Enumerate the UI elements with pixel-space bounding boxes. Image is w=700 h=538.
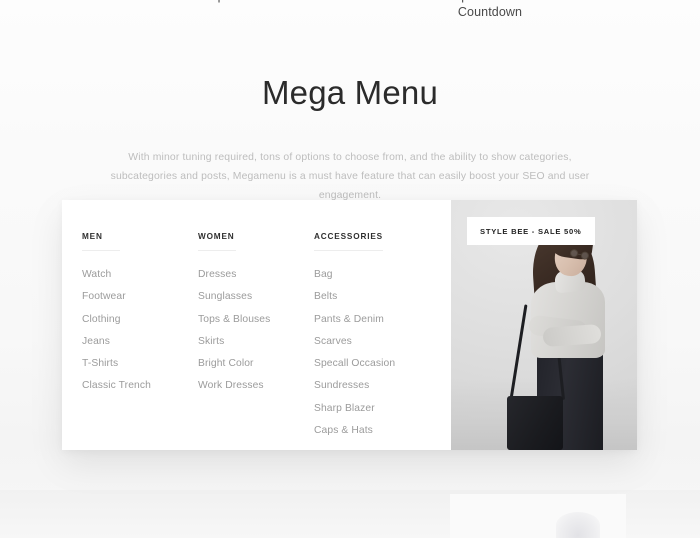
feature-nav-item-brand[interactable]: Brand — [0, 0, 140, 34]
megamenu-columns: MEN Watch Footwear Clothing Jeans T-Shir… — [62, 200, 451, 450]
list-item: Sharp Blazer — [314, 398, 438, 420]
megamenu-link-accessories-specall-occasion[interactable]: Specall Occasion — [314, 353, 438, 375]
megamenu-link-accessories-belts[interactable]: Belts — [314, 286, 438, 308]
page-subtitle: With minor tuning required, tons of opti… — [110, 152, 590, 201]
page-title: Mega Menu — [261, 74, 439, 111]
megamenu-list-women: Dresses Sunglasses Tops & Blouses Skirts… — [198, 264, 308, 398]
megamenu-link-men-jeans[interactable]: Jeans — [82, 331, 192, 353]
glasses-lens-right — [580, 250, 590, 260]
list-item: T-Shirts — [82, 353, 192, 375]
list-item: Jeans — [82, 331, 192, 353]
model-handbag — [507, 396, 563, 450]
list-item: Belts — [314, 286, 438, 308]
model-arm-right — [542, 324, 602, 347]
megamenu-link-accessories-sharp-blazer[interactable]: Sharp Blazer — [314, 398, 438, 420]
megamenu-link-accessories-pants-denim[interactable]: Pants & Denim — [314, 309, 438, 331]
megamenu-link-women-bright-color[interactable]: Bright Color — [198, 353, 308, 375]
megamenu-link-men-footwear[interactable]: Footwear — [82, 286, 192, 308]
list-item: Sunglasses — [198, 286, 308, 308]
megamenu-column-men: MEN Watch Footwear Clothing Jeans T-Shir… — [82, 226, 198, 450]
list-item: Skirts — [198, 331, 308, 353]
list-item: Sundresses — [314, 375, 438, 397]
megamenu-column-women: WOMEN Dresses Sunglasses Tops & Blouses … — [198, 226, 314, 450]
megamenu-link-women-work-dresses[interactable]: Work Dresses — [198, 375, 308, 397]
megamenu-column-title-accessories: ACCESSORIES — [314, 232, 383, 251]
bottom-peek-decoration — [556, 512, 600, 538]
list-item: Pants & Denim — [314, 309, 438, 331]
megamenu-column-title-women: WOMEN — [198, 232, 236, 251]
list-item: Footwear — [82, 286, 192, 308]
list-item: Bright Color — [198, 353, 308, 375]
list-item: Watch — [82, 264, 192, 286]
feature-nav-item-promobanner[interactable]: PromoBanner — [280, 0, 420, 34]
megamenu-link-accessories-sundresses[interactable]: Sundresses — [314, 375, 438, 397]
megamenu-link-women-skirts[interactable]: Skirts — [198, 331, 308, 353]
list-item: Dresses — [198, 264, 308, 286]
megamenu-link-accessories-scarves[interactable]: Scarves — [314, 331, 438, 353]
megamenu-link-women-dresses[interactable]: Dresses — [198, 264, 308, 286]
bottom-section-peek — [0, 490, 700, 538]
list-item: Tops & Blouses — [198, 309, 308, 331]
megamenu-link-men-clothing[interactable]: Clothing — [82, 309, 192, 331]
glasses-bridge — [578, 253, 582, 255]
megamenu-list-men: Watch Footwear Clothing Jeans T-Shirts C… — [82, 264, 192, 398]
megamenu-link-men-classic-trench[interactable]: Classic Trench — [82, 375, 192, 397]
megamenu-link-women-tops-blouses[interactable]: Tops & Blouses — [198, 309, 308, 331]
list-item: Bag — [314, 264, 438, 286]
megamenu-column-accessories: ACCESSORIES Bag Belts Pants & Denim Scar… — [314, 226, 444, 450]
megamenu-panel: MEN Watch Footwear Clothing Jeans T-Shir… — [62, 200, 637, 450]
list-item: Work Dresses — [198, 375, 308, 397]
megamenu-link-accessories-caps-hats[interactable]: Caps & Hats — [314, 420, 438, 442]
feature-nav: Brand ThemeOptions PromoBanner Special P… — [0, 0, 700, 34]
megamenu-list-accessories: Bag Belts Pants & Denim Scarves Specall … — [314, 264, 438, 442]
megamenu-link-men-tshirts[interactable]: T-Shirts — [82, 353, 192, 375]
list-item: Scarves — [314, 331, 438, 353]
megamenu-promo-panel[interactable]: STYLE BEE - SALE 50% — [451, 200, 637, 450]
megamenu-link-women-sunglasses[interactable]: Sunglasses — [198, 286, 308, 308]
megamenu-link-accessories-bag[interactable]: Bag — [314, 264, 438, 286]
megamenu-column-title-men: MEN — [82, 232, 120, 251]
promo-badge[interactable]: STYLE BEE - SALE 50% — [467, 217, 595, 245]
list-item: Classic Trench — [82, 375, 192, 397]
megamenu-link-men-watch[interactable]: Watch — [82, 264, 192, 286]
list-item: Specall Occasion — [314, 353, 438, 375]
list-item: Clothing — [82, 309, 192, 331]
feature-nav-item-site-maintenance[interactable]: Site Maintenance — [560, 0, 700, 34]
feature-nav-item-themeoptions[interactable]: ThemeOptions — [140, 0, 280, 34]
list-item: Caps & Hats — [314, 420, 438, 442]
feature-nav-item-special-price-countdown[interactable]: Special Price Countdown — [420, 0, 560, 34]
